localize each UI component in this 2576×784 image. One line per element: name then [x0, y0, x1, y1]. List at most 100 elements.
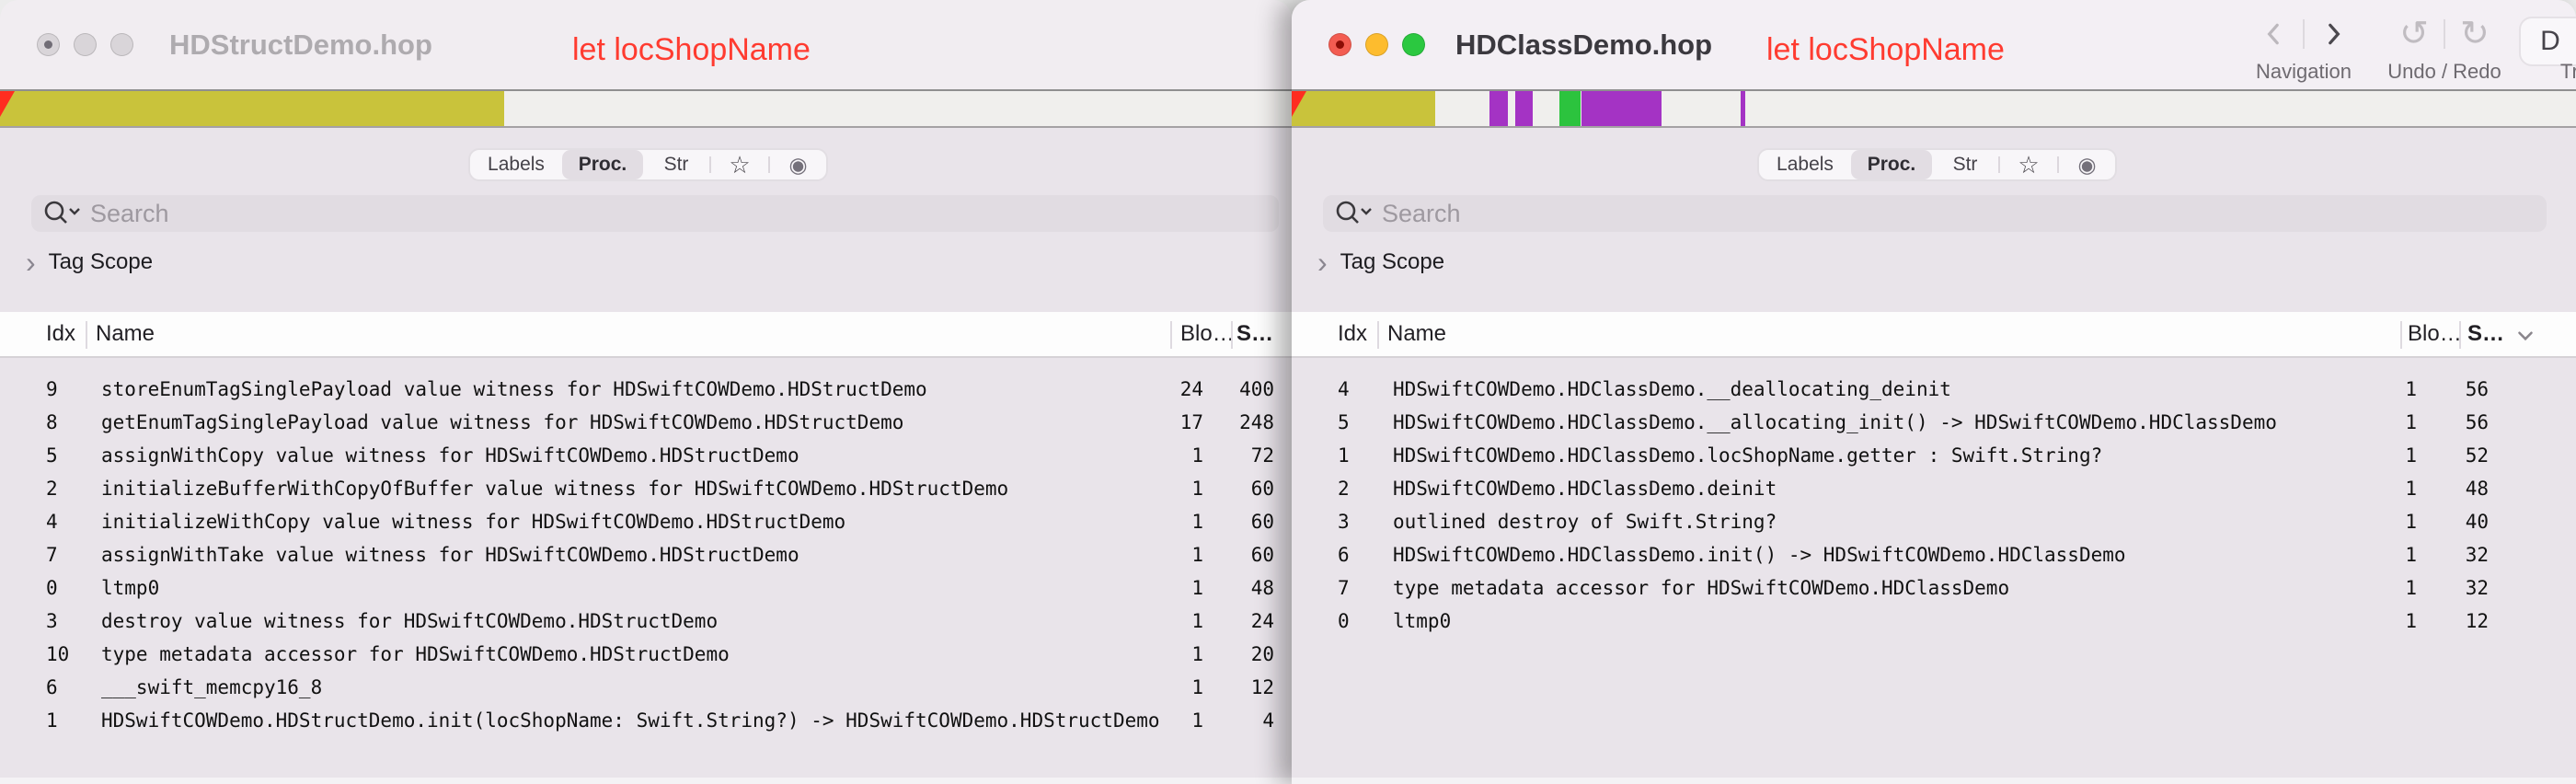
- sort-descending-icon[interactable]: [2513, 324, 2537, 348]
- table-row[interactable]: 7 type metadata accessor for HDSwiftCOWD…: [1292, 571, 2576, 605]
- row-idx: 9: [46, 378, 58, 400]
- table-row[interactable]: 8 getEnumTagSinglePayload value witness …: [0, 406, 1292, 439]
- column-header-blocks[interactable]: Blo…: [1180, 312, 1235, 356]
- minimap-segment[interactable]: [1581, 91, 1662, 126]
- minimap-segment[interactable]: [1515, 91, 1533, 126]
- table-row[interactable]: 2 HDSwiftCOWDemo.HDClassDemo.deinit 1 48: [1292, 472, 2576, 505]
- row-idx: 10: [46, 643, 70, 665]
- tab-strings[interactable]: Str: [1932, 150, 1998, 179]
- table-row[interactable]: 5 assignWithCopy value witness for HDSwi…: [0, 439, 1292, 472]
- column-header-size[interactable]: S…: [2467, 312, 2504, 356]
- forward-icon[interactable]: [2319, 20, 2347, 48]
- minimap-segment[interactable]: [1741, 91, 1745, 126]
- minimap-bar[interactable]: [1292, 89, 2576, 128]
- column-separator[interactable]: [1231, 321, 1233, 349]
- table-row[interactable]: 7 assignWithTake value witness for HDSwi…: [0, 538, 1292, 571]
- column-header-idx[interactable]: Idx: [46, 312, 75, 356]
- titlebar[interactable]: HDStructDemo.hop let locShopName: [0, 0, 1292, 89]
- search-input[interactable]: [1382, 199, 2536, 228]
- column-header-name[interactable]: Name: [1387, 312, 1446, 356]
- minimize-button[interactable]: [1365, 33, 1388, 56]
- minimap-segment[interactable]: [0, 91, 504, 126]
- table-row[interactable]: 0 ltmp0 1 48: [0, 571, 1292, 605]
- row-blocks: 1: [2405, 411, 2417, 433]
- column-header-idx[interactable]: Idx: [1338, 312, 1367, 356]
- close-button[interactable]: [1328, 33, 1351, 56]
- table-row[interactable]: 6 ___swift_memcpy16_8 1 12: [0, 671, 1292, 704]
- table-row[interactable]: 0 ltmp0 1 12: [1292, 605, 2576, 638]
- table-row[interactable]: 1 HDSwiftCOWDemo.HDStructDemo.init(locSh…: [0, 704, 1292, 737]
- minimize-button[interactable]: [74, 33, 97, 56]
- table-row[interactable]: 4 initializeWithCopy value witness for H…: [0, 505, 1292, 538]
- table-row[interactable]: 3 destroy value witness for HDSwiftCOWDe…: [0, 605, 1292, 638]
- window-hdclassdemo: HDClassDemo.hop let locShopName Navigati…: [1292, 0, 2576, 784]
- view-mode-tabs: Labels Proc. Str ☆ ◉: [1757, 148, 2117, 181]
- minimap-segment[interactable]: [1559, 91, 1581, 126]
- position-marker-icon: [0, 91, 15, 117]
- row-name: HDSwiftCOWDemo.HDClassDemo.deinit: [1393, 478, 1777, 500]
- row-size: 60: [1250, 544, 1274, 566]
- column-separator[interactable]: [2459, 321, 2461, 349]
- undo-redo-group: ↺ ↻ Undo / Redo: [2375, 0, 2513, 89]
- undo-icon[interactable]: ↺: [2399, 17, 2429, 52]
- table-row[interactable]: 2 initializeBufferWithCopyOfBuffer value…: [0, 472, 1292, 505]
- column-separator[interactable]: [2400, 321, 2402, 349]
- tag-scope-disclosure[interactable]: › Tag Scope: [26, 246, 153, 279]
- row-size: 12: [2465, 610, 2489, 632]
- minimap-segment[interactable]: [1489, 91, 1508, 126]
- row-idx: 6: [46, 676, 58, 698]
- redo-icon[interactable]: ↻: [2460, 17, 2490, 52]
- row-idx: 8: [46, 411, 58, 433]
- column-separator[interactable]: [86, 321, 87, 349]
- search-icon: [44, 201, 80, 224]
- minimap-bar[interactable]: [0, 89, 1292, 128]
- column-header-name[interactable]: Name: [96, 312, 155, 356]
- tab-labels[interactable]: Labels: [470, 150, 562, 179]
- table-row[interactable]: 3 outlined destroy of Swift.String? 1 40: [1292, 505, 2576, 538]
- column-separator[interactable]: [1377, 321, 1379, 349]
- zoom-button[interactable]: [1402, 33, 1425, 56]
- tab-labels[interactable]: Labels: [1759, 150, 1851, 179]
- tab-marks[interactable]: ◉: [2059, 150, 2115, 179]
- transform-label: Tra: [2559, 60, 2576, 83]
- row-name: HDSwiftCOWDemo.HDClassDemo.__deallocatin…: [1393, 378, 1951, 400]
- disassembly-mode-button[interactable]: D: [2519, 17, 2576, 66]
- column-header-blocks[interactable]: Blo…: [2408, 312, 2462, 356]
- close-button[interactable]: [37, 33, 60, 56]
- table-row[interactable]: 1 HDSwiftCOWDemo.HDClassDemo.locShopName…: [1292, 439, 2576, 472]
- row-name: ltmp0: [101, 577, 160, 599]
- row-name: getEnumTagSinglePayload value witness fo…: [101, 411, 904, 433]
- tab-marks[interactable]: ◉: [770, 150, 826, 179]
- tab-procedures[interactable]: Proc.: [1851, 150, 1932, 179]
- content-pane: Labels Proc. Str ☆ ◉ › Tag Scope Idx Nam…: [0, 128, 1292, 784]
- row-size: 56: [2465, 378, 2489, 400]
- table-row[interactable]: 5 HDSwiftCOWDemo.HDClassDemo.__allocatin…: [1292, 406, 2576, 439]
- search-field[interactable]: [1323, 195, 2547, 232]
- tab-bookmarks[interactable]: ☆: [2000, 150, 2057, 179]
- row-blocks: 1: [2405, 577, 2417, 599]
- titlebar[interactable]: HDClassDemo.hop let locShopName Navigati…: [1292, 0, 2576, 89]
- zoom-button[interactable]: [110, 33, 133, 56]
- table-row[interactable]: 6 HDSwiftCOWDemo.HDClassDemo.init() -> H…: [1292, 538, 2576, 571]
- back-icon[interactable]: [2260, 20, 2288, 48]
- chevron-right-icon: ›: [1317, 246, 1328, 279]
- table-row[interactable]: 9 storeEnumTagSinglePayload value witnes…: [0, 373, 1292, 406]
- row-size: 60: [1250, 511, 1274, 533]
- row-idx: 5: [46, 444, 58, 467]
- column-separator[interactable]: [1170, 321, 1172, 349]
- row-idx: 7: [46, 544, 58, 566]
- minimap-segment[interactable]: [1292, 91, 1435, 126]
- tab-bookmarks[interactable]: ☆: [711, 150, 768, 179]
- search-field[interactable]: [31, 195, 1279, 232]
- row-idx: 0: [1338, 610, 1350, 632]
- column-header-size[interactable]: S…: [1236, 312, 1273, 356]
- table-row[interactable]: 4 HDSwiftCOWDemo.HDClassDemo.__deallocat…: [1292, 373, 2576, 406]
- toolbar-divider: [2303, 19, 2305, 49]
- tag-scope-disclosure[interactable]: › Tag Scope: [1317, 246, 1444, 279]
- tag-scope-label: Tag Scope: [1340, 249, 1445, 274]
- table-row[interactable]: 10 type metadata accessor for HDSwiftCOW…: [0, 638, 1292, 671]
- row-size: 24: [1250, 610, 1274, 632]
- tab-strings[interactable]: Str: [643, 150, 709, 179]
- search-input[interactable]: [90, 199, 1268, 228]
- tab-procedures[interactable]: Proc.: [562, 150, 643, 179]
